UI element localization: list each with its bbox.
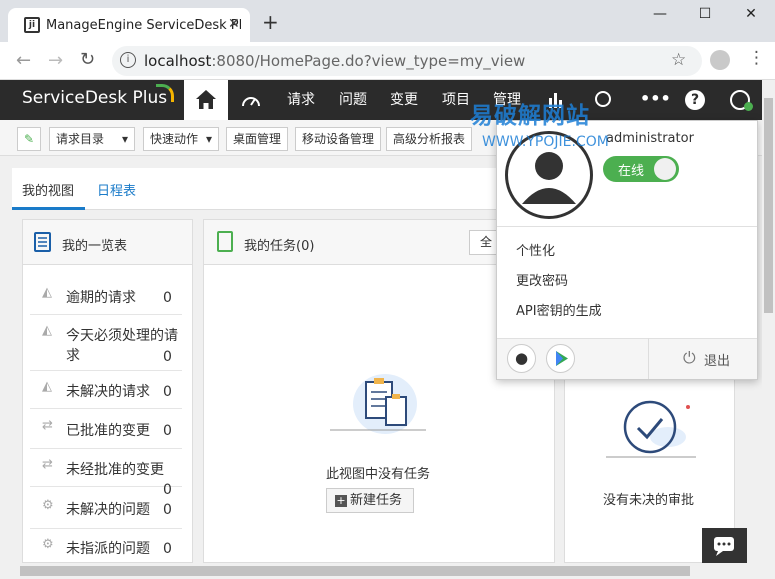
- summary-row-open-problems[interactable]: ⚙ 未解决的问题 0: [30, 487, 182, 529]
- logout-icon[interactable]: ⏻: [683, 348, 696, 368]
- support-icon[interactable]: [594, 90, 612, 110]
- apple-app-icon[interactable]: ●: [507, 344, 536, 373]
- tab-title: ManageEngine ServiceDesk Pl: [46, 18, 243, 33]
- request-icon: ◭: [42, 379, 52, 394]
- summary-row-due-today[interactable]: ◭ 今天必须处理的请求 0: [30, 315, 182, 371]
- chat-button[interactable]: [702, 528, 747, 563]
- home-button[interactable]: [184, 80, 228, 120]
- summary-row-count: 0: [163, 290, 172, 306]
- approvals-empty-text: 没有未决的审批: [603, 493, 695, 508]
- summary-row-label: 未解决的请求: [66, 384, 150, 400]
- request-icon: ◭: [42, 285, 52, 300]
- back-icon[interactable]: ←: [16, 50, 31, 71]
- nav-projects[interactable]: 项目: [442, 80, 470, 120]
- mobile-device-management-button[interactable]: 移动设备管理: [295, 127, 382, 151]
- summary-row-approved-changes[interactable]: ⇄ 已批准的变更 0: [30, 409, 182, 449]
- reload-icon[interactable]: ↻: [80, 49, 95, 70]
- summary-row-label: 已批准的变更: [66, 423, 150, 439]
- profile-username: administrator: [606, 131, 694, 146]
- tasks-filter-select[interactable]: 全: [469, 230, 499, 255]
- window-close-icon[interactable]: ✕: [741, 6, 761, 22]
- watermark-url: WWW.YPOJIE.COM: [482, 134, 609, 150]
- tasks-title: 我的任务(0): [244, 239, 315, 254]
- horizontal-scroll-thumb[interactable]: [20, 566, 690, 576]
- summary-row-label: 未指派的问题: [66, 541, 150, 557]
- menu-api-key[interactable]: API密钥的生成: [516, 300, 602, 319]
- summary-row-count: 0: [163, 502, 172, 518]
- url-host: localhost: [144, 52, 212, 70]
- forward-icon[interactable]: →: [48, 50, 63, 71]
- clipboard-icon: [217, 231, 233, 252]
- plus-icon: +: [335, 494, 347, 507]
- dashboard-icon[interactable]: [240, 90, 262, 110]
- site-favicon-icon: ji: [24, 17, 40, 33]
- bookmark-star-icon[interactable]: ☆: [671, 50, 686, 70]
- tab-schedule[interactable]: 日程表: [97, 180, 136, 199]
- summary-row-label: 未经批准的变更: [66, 462, 164, 478]
- tab-my-view[interactable]: 我的视图: [22, 180, 74, 199]
- summary-row-overdue[interactable]: ◭ 逾期的请求 0: [30, 277, 182, 315]
- tasks-empty-text: 此视图中没有任务: [326, 467, 431, 482]
- summary-row-open-requests[interactable]: ◭ 未解决的请求 0: [30, 371, 182, 409]
- app-logo: ServiceDesk Plus: [22, 88, 168, 108]
- caret-down-icon: ▾: [205, 132, 212, 146]
- minimize-icon[interactable]: —: [650, 6, 670, 22]
- logout-label[interactable]: 退出: [704, 350, 730, 369]
- help-icon[interactable]: ?: [685, 90, 705, 110]
- summary-row-count: 0: [163, 384, 172, 400]
- menu-personalize[interactable]: 个性化: [516, 240, 555, 259]
- problem-icon: ⚙: [42, 537, 54, 552]
- nav-problems[interactable]: 问题: [339, 80, 367, 120]
- tab-close-icon[interactable]: ✕: [228, 16, 240, 32]
- new-task-label: 新建任务: [350, 493, 403, 508]
- vertical-scroll-thumb[interactable]: [764, 98, 773, 313]
- google-play-icon[interactable]: [546, 344, 575, 373]
- nav-changes[interactable]: 变更: [390, 80, 418, 120]
- active-tab-indicator: [12, 207, 85, 210]
- watermark-text: 易破解网站: [470, 103, 590, 129]
- change-icon: ⇄: [42, 418, 53, 433]
- summary-row-count: 0: [163, 423, 172, 439]
- online-dot-icon: [744, 102, 753, 111]
- online-status-label: 在线: [618, 164, 645, 179]
- footer-divider: [648, 338, 649, 379]
- view-tabs: [12, 168, 552, 210]
- request-icon: ◭: [42, 323, 52, 338]
- new-request-icon[interactable]: ✎: [17, 127, 41, 151]
- quick-actions-button[interactable]: 快速动作 ▾: [143, 127, 219, 151]
- service-catalog-button[interactable]: 请求目录 ▾: [49, 127, 135, 151]
- list-icon: [34, 232, 51, 252]
- url-text: localhost:8080/HomePage.do?view_type=my_…: [144, 52, 525, 70]
- summary-row-unassigned-problems[interactable]: ⚙ 未指派的问题 0: [30, 529, 182, 563]
- browser-menu-icon[interactable]: ⋮: [748, 48, 765, 68]
- caret-down-icon: ▾: [121, 132, 128, 146]
- problem-icon: ⚙: [42, 498, 54, 513]
- empty-approvals-illustration: [598, 385, 702, 469]
- change-icon: ⇄: [42, 457, 53, 472]
- menu-change-password[interactable]: 更改密码: [516, 270, 568, 289]
- site-info-icon[interactable]: i: [120, 52, 136, 68]
- nav-requests[interactable]: 请求: [287, 80, 315, 120]
- summary-row-label: 未解决的问题: [66, 502, 150, 518]
- advanced-analytics-button[interactable]: 高级分析报表: [386, 127, 473, 151]
- chat-icon: [714, 537, 734, 556]
- desktop-management-button[interactable]: 桌面管理: [226, 127, 289, 151]
- more-icon[interactable]: •••: [640, 89, 671, 108]
- empty-tasks-illustration: [330, 372, 430, 442]
- service-catalog-label: 请求目录: [56, 132, 105, 146]
- maximize-icon[interactable]: ☐: [695, 6, 715, 22]
- quick-actions-label: 快速动作: [150, 132, 199, 146]
- summary-title: 我的一览表: [62, 239, 128, 254]
- popup-divider: [497, 226, 757, 227]
- summary-row-count: 0: [163, 541, 172, 557]
- summary-row-unapproved-changes[interactable]: ⇄ 未经批准的变更 0: [30, 449, 182, 498]
- url-path: :8080/HomePage.do?view_type=my_view: [211, 52, 526, 70]
- home-icon: [196, 90, 216, 109]
- summary-row-label: 逾期的请求: [66, 290, 136, 306]
- new-task-button[interactable]: + 新建任务: [326, 488, 414, 513]
- toggle-knob: [654, 158, 676, 180]
- summary-row-count: 0: [163, 349, 172, 365]
- new-tab-icon[interactable]: +: [262, 12, 279, 32]
- browser-profile-icon[interactable]: [710, 50, 730, 70]
